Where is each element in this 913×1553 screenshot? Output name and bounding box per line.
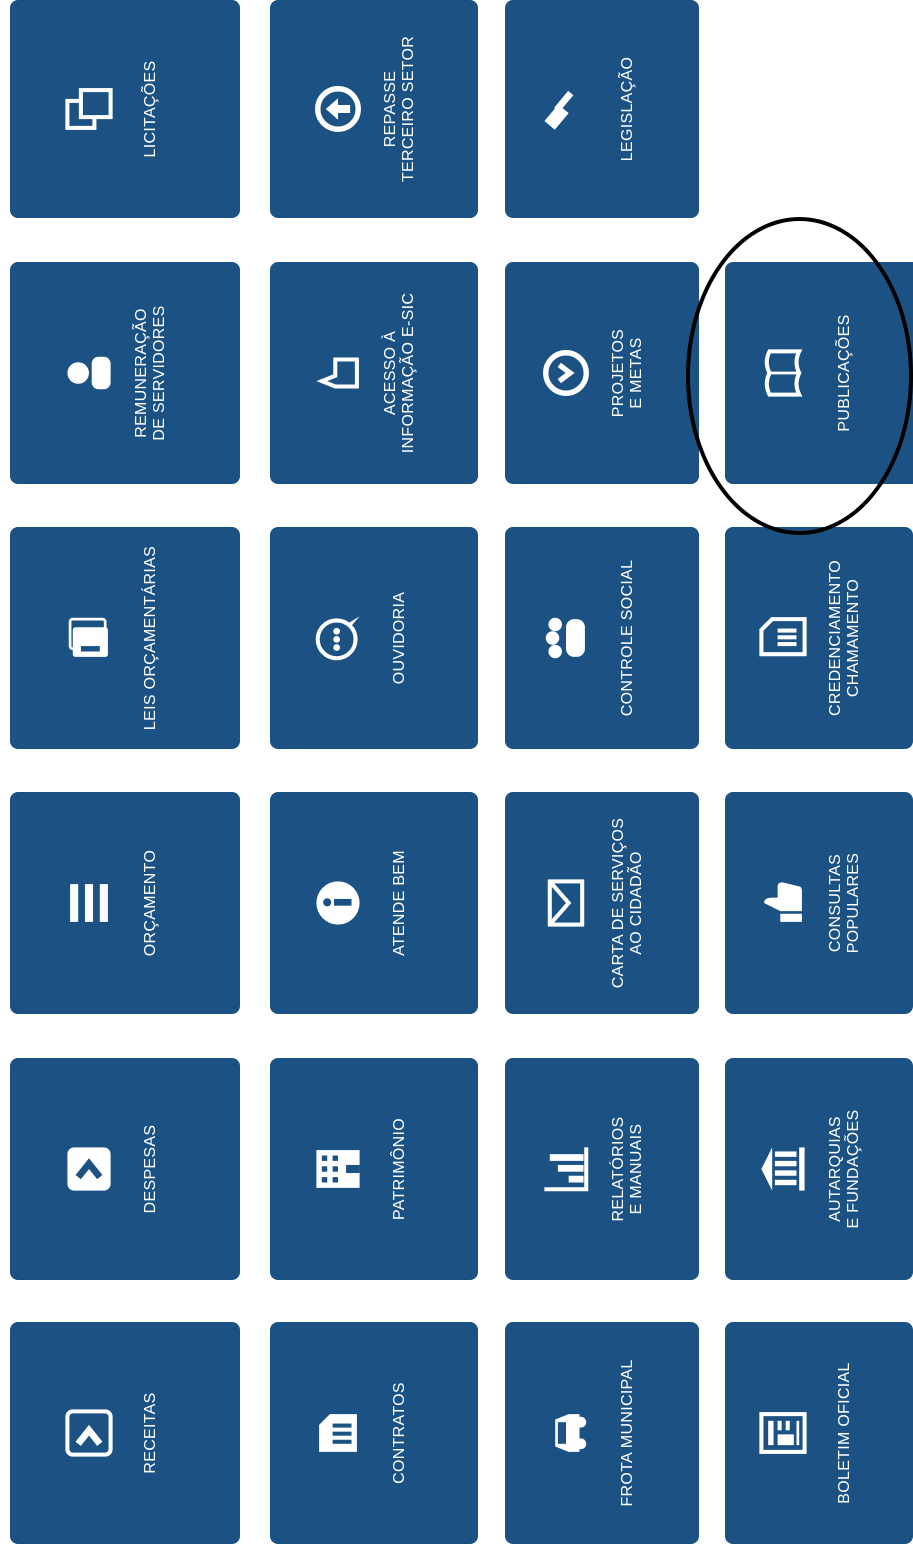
bar-chart-icon (538, 1141, 594, 1197)
tile-label: PUBLICAÇÕES (836, 314, 853, 432)
building-icon (310, 1141, 366, 1197)
tile-relatorios-manuais[interactable]: RELATÓRIOS E MANUAIS (505, 1058, 699, 1280)
tile-label: RELATÓRIOS E MANUAIS (610, 1116, 645, 1222)
arrow-in-box-icon (61, 1405, 117, 1461)
tile-label: CONTROLE SOCIAL (619, 559, 636, 717)
tile-carta-servicos[interactable]: CARTA DE SERVIÇOS AO CIDADÃO (505, 792, 699, 1014)
tile-acesso-informacao[interactable]: ACESSO À INFORMAÇÃO E-SIC (270, 262, 478, 484)
tile-boletim-oficial[interactable]: BOLETIM OFICIAL (725, 1322, 913, 1544)
user-icon (61, 345, 117, 401)
gavel-icon (538, 81, 594, 137)
tile-leis-orcamentarias[interactable]: LEIS ORÇAMENTÁRIAS (10, 527, 240, 749)
tile-label: ORÇAMENTO (142, 849, 159, 957)
tile-atende-bem[interactable]: ATENDE BEM (270, 792, 478, 1014)
tile-label: REMUNERAÇÃO DE SERVIDORES (133, 305, 168, 441)
tile-contratos[interactable]: CONTRATOS (270, 1322, 478, 1544)
institution-icon (755, 1141, 811, 1197)
pointing-hand-icon (310, 345, 366, 401)
car-icon (538, 1405, 594, 1461)
tile-label: PROJETOS E METAS (610, 328, 645, 418)
tile-receitas[interactable]: RECEITAS (10, 1322, 240, 1544)
contract-icon (310, 1405, 366, 1461)
tile-projetos-metas[interactable]: PROJETOS E METAS (505, 262, 699, 484)
copy-documents-icon (61, 81, 117, 137)
open-book-icon (755, 345, 811, 401)
tile-frota-municipal[interactable]: FROTA MUNICIPAL (505, 1322, 699, 1544)
thumbs-up-icon (755, 875, 811, 931)
tile-label: ATENDE BEM (391, 850, 408, 956)
tile-label: LEIS ORÇAMENTÁRIAS (142, 545, 159, 731)
tile-repasse-terceiro-setor[interactable]: REPASSE TERCEIRO SETOR (270, 0, 478, 218)
tile-licitacoes[interactable]: LICITAÇÕES (10, 0, 240, 218)
tile-label: ACESSO À INFORMAÇÃO E-SIC (382, 292, 417, 454)
tile-label: OUVIDORIA (391, 591, 408, 685)
tile-label: CARTA DE SERVIÇOS AO CIDADÃO (610, 817, 645, 989)
envelope-icon (538, 875, 594, 931)
upload-circle-icon (310, 81, 366, 137)
books-icon (61, 610, 117, 666)
tile-label: BOLETIM OFICIAL (836, 1362, 853, 1504)
tile-label: PATRIMÔNIO (391, 1118, 408, 1220)
document-list-icon (755, 610, 811, 666)
tile-legislacao[interactable]: LEGISLAÇÃO (505, 0, 699, 218)
tile-label: CONSULTAS POPULARES (827, 852, 862, 954)
newspaper-icon (755, 1405, 811, 1461)
info-circle-icon (310, 875, 366, 931)
tile-label: DESPESAS (142, 1124, 159, 1214)
tile-credenciamento-chamamento[interactable]: CREDENCIAMENTO CHAMAMENTO (725, 527, 913, 749)
speech-bubble-icon (310, 610, 366, 666)
tile-publicacoes[interactable]: PUBLICAÇÕES (725, 262, 913, 484)
tile-despesas[interactable]: DESPESAS (10, 1058, 240, 1280)
tile-label: CREDENCIAMENTO CHAMAMENTO (827, 560, 862, 716)
tile-controle-social[interactable]: CONTROLE SOCIAL (505, 527, 699, 749)
bars-icon (61, 875, 117, 931)
tile-label: REPASSE TERCEIRO SETOR (382, 35, 417, 183)
tile-orcamento[interactable]: ORÇAMENTO (10, 792, 240, 1014)
tile-label: AUTARQUIAS E FUNDAÇÕES (827, 1109, 862, 1229)
tile-label: LEGISLAÇÃO (619, 56, 636, 162)
tile-ouvidoria[interactable]: OUVIDORIA (270, 527, 478, 749)
chevron-circle-icon (538, 345, 594, 401)
group-people-icon (538, 610, 594, 666)
tile-label: LICITAÇÕES (142, 60, 159, 158)
tile-label: RECEITAS (142, 1392, 159, 1474)
tile-label: CONTRATOS (391, 1382, 408, 1484)
tile-consultas-populares[interactable]: CONSULTAS POPULARES (725, 792, 913, 1014)
tile-autarquias-fundacoes[interactable]: AUTARQUIAS E FUNDAÇÕES (725, 1058, 913, 1280)
arrow-box-icon (61, 1141, 117, 1197)
tile-patrimonio[interactable]: PATRIMÔNIO (270, 1058, 478, 1280)
tile-label: FROTA MUNICIPAL (619, 1359, 636, 1507)
tile-remuneracao-servidores[interactable]: REMUNERAÇÃO DE SERVIDORES (10, 262, 240, 484)
